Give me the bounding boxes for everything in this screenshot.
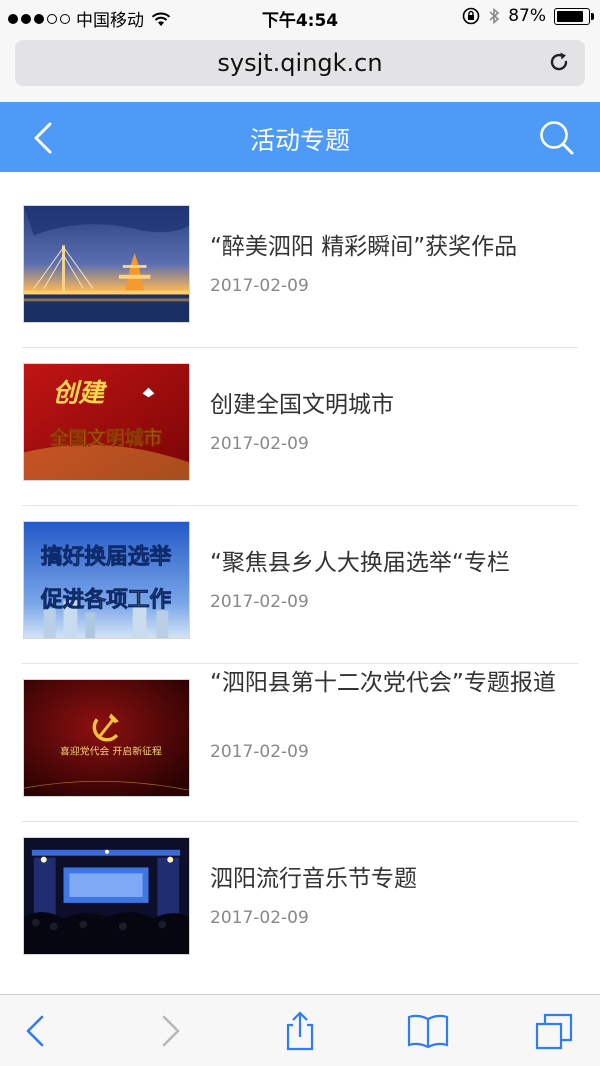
item-title: “醉美泗阳 精彩瞬间”获奖作品 (210, 234, 518, 260)
list-item[interactable]: 创建 全国文明城市 创建全国文明城市 2017-02-09 (22, 348, 578, 506)
thumb-text: 搞好换届选举 (41, 543, 172, 569)
list-item[interactable]: “醉美泗阳 精彩瞬间”获奖作品 2017-02-09 (22, 190, 578, 348)
status-bar: 中国移动 下午4:54 87% (0, 0, 600, 34)
browser-forward-icon[interactable] (150, 1011, 190, 1051)
thumb-text: 喜迎党代会 开启新征程 (60, 745, 162, 758)
topic-thumbnail (23, 205, 190, 323)
page-header: 活动专题 (0, 102, 600, 172)
item-date: 2017-02-09 (210, 276, 309, 296)
topic-thumbnail: 喜迎党代会 开启新征程 (23, 679, 190, 797)
list-item[interactable]: 泗阳流行音乐节专题 2017-02-09 (22, 822, 578, 980)
bookmarks-icon[interactable] (406, 1011, 450, 1051)
browser-address-area: sysjt.qingk.cn (0, 34, 600, 102)
browser-back-icon[interactable] (16, 1011, 56, 1051)
battery-percent: 87% (508, 6, 546, 26)
url-text: sysjt.qingk.cn (217, 49, 383, 77)
item-date: 2017-02-09 (210, 742, 309, 762)
item-title: “聚焦县乡人大换届选举“专栏 (210, 550, 510, 576)
topic-list: “醉美泗阳 精彩瞬间”获奖作品 2017-02-09 创建 全国文明城市 创建全… (22, 190, 578, 980)
page-title: 活动专题 (249, 126, 350, 155)
browser-toolbar (0, 994, 600, 1066)
thumb-text: 创建 (53, 378, 108, 408)
rotation-lock-icon (462, 7, 480, 25)
topic-thumbnail: 搞好换届选举 促进各项工作 (23, 521, 190, 639)
item-date: 2017-02-09 (210, 908, 309, 928)
item-title: 泗阳流行音乐节专题 (210, 866, 417, 892)
topic-thumbnail (23, 837, 190, 955)
tabs-icon[interactable] (534, 1011, 574, 1051)
item-title: “泗阳县第十二次党代会”专题报道 (210, 670, 556, 696)
thumb-text: 促进各项工作 (40, 587, 172, 613)
reload-icon[interactable] (547, 50, 571, 74)
item-date: 2017-02-09 (210, 434, 309, 454)
list-item[interactable]: 搞好换届选举 促进各项工作 “聚焦县乡人大换届选举“专栏 2017-02-09 (22, 506, 578, 664)
share-icon[interactable] (280, 1011, 320, 1051)
battery-icon (554, 7, 594, 25)
topic-thumbnail: 创建 全国文明城市 (23, 363, 190, 481)
bluetooth-icon (489, 7, 500, 25)
item-title: 创建全国文明城市 (210, 392, 394, 418)
search-icon[interactable] (538, 119, 576, 157)
address-bar[interactable]: sysjt.qingk.cn (15, 40, 585, 86)
list-item[interactable]: 喜迎党代会 开启新征程 “泗阳县第十二次党代会”专题报道 2017-02-09 (22, 664, 578, 822)
item-date: 2017-02-09 (210, 592, 309, 612)
thumb-text: 全国文明城市 (49, 428, 163, 450)
